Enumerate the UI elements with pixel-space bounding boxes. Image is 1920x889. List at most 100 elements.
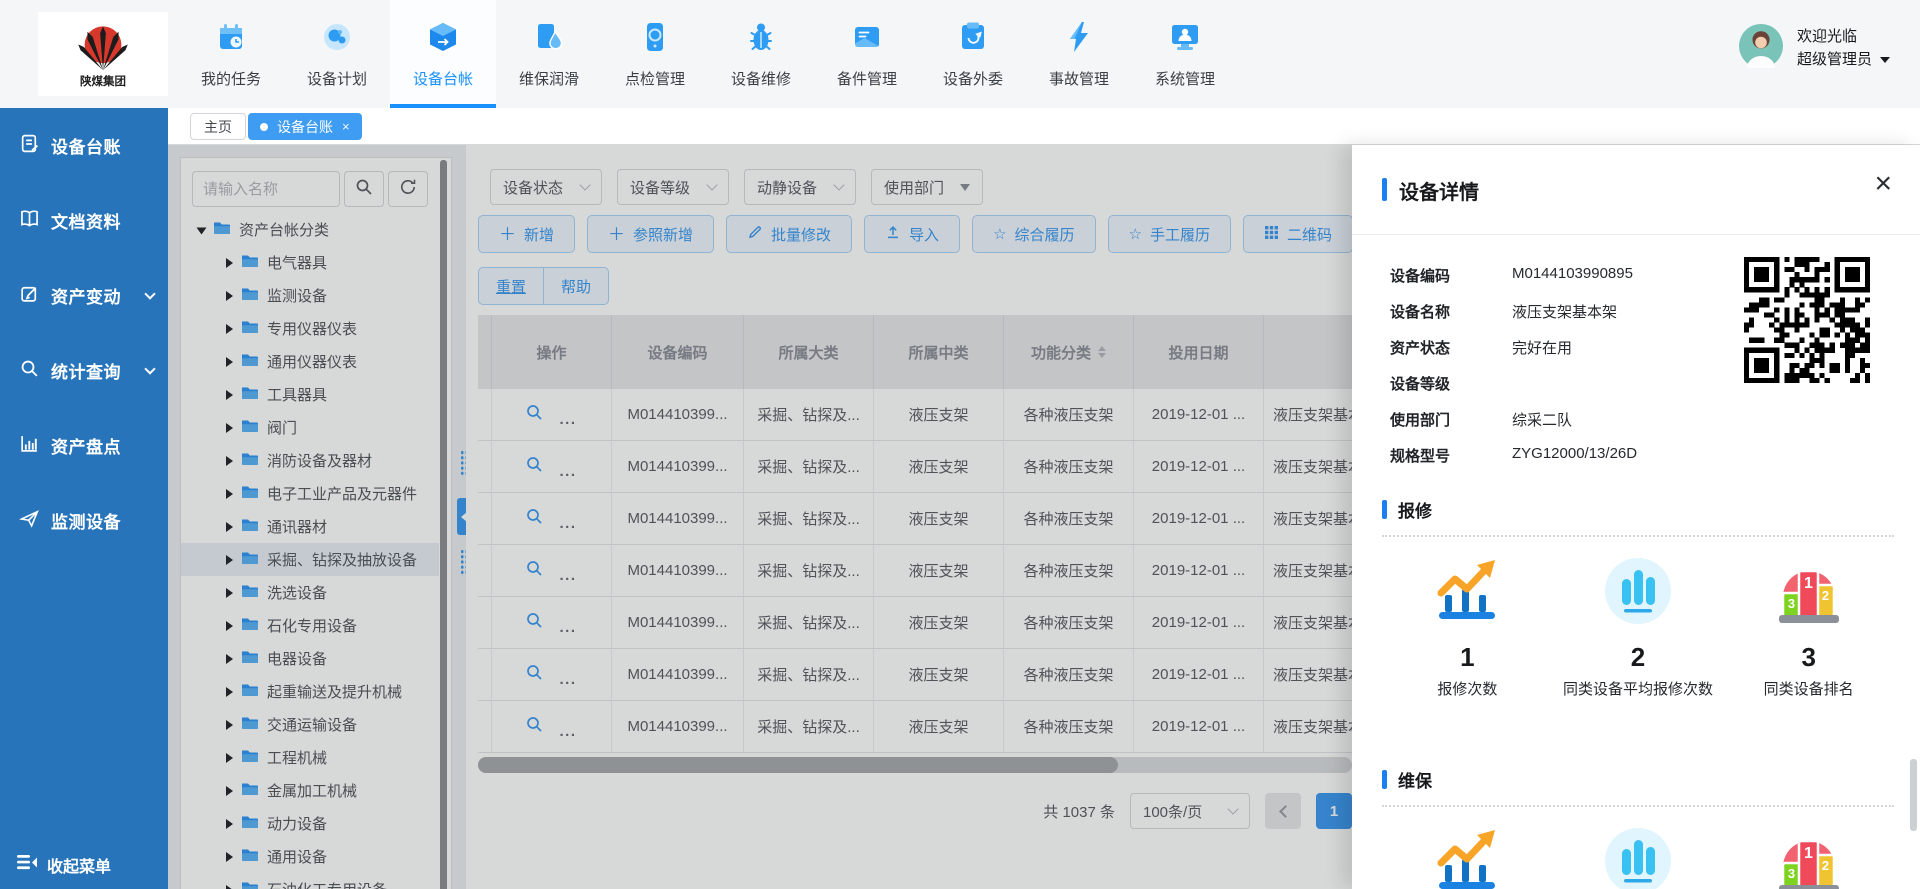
detail-field: 设备名称 液压支架基本架 [1390, 301, 1730, 322]
sidebar-item-documents[interactable]: 文档资料 [0, 183, 168, 258]
clipboard-outsourcing-icon [955, 19, 991, 60]
bar-chart-circle-icon [1602, 884, 1674, 889]
stat-label: 同类设备平均报修次数 [1563, 679, 1713, 701]
user-menu[interactable]: 欢迎光临 超级管理员 [1739, 24, 1890, 73]
field-label: 设备等级 [1390, 373, 1512, 394]
tab-close-icon[interactable]: × [342, 119, 350, 134]
nav-outsourcing[interactable]: 设备外委 [920, 0, 1026, 108]
title-accent-bar [1382, 178, 1387, 201]
svg-text:1: 1 [1804, 845, 1813, 862]
svg-text:3: 3 [1788, 596, 1795, 611]
stat-icon [1602, 555, 1674, 632]
monitor-system-icon [1167, 19, 1203, 60]
nav-system[interactable]: 系统管理 [1132, 0, 1238, 108]
field-value: 液压支架基本架 [1512, 301, 1617, 322]
section-accent-bar [1382, 770, 1387, 789]
stat-sections: 报修 1 报修次数 [1382, 497, 1894, 889]
stat-value: 3 [1801, 642, 1815, 672]
active-tab-dot [260, 123, 268, 131]
top-bar: 陕煤集团 我的任务 设备计划 设备台帐 维保润滑 点检管理 设备维修 [0, 0, 1920, 108]
chevron-down-icon [144, 363, 155, 374]
stat-item [1553, 825, 1724, 889]
field-label: 设备编码 [1390, 265, 1512, 286]
podium-ranking-icon: 123 [1773, 614, 1845, 631]
top-nav: 我的任务 设备计划 设备台帐 维保润滑 点检管理 设备维修 备件管理 设备外委 [178, 0, 1238, 108]
stat-icon: 123 [1773, 825, 1845, 889]
nav-inspection[interactable]: 点检管理 [602, 0, 708, 108]
logo-caption: 陕煤集团 [80, 74, 126, 88]
svg-text:2: 2 [1822, 858, 1829, 873]
sidebar-item-asset-inventory[interactable]: 资产盘点 [0, 408, 168, 483]
detail-field: 规格型号 ZYG12000/13/26D [1390, 445, 1730, 466]
section-title: 报修 [1398, 497, 1432, 522]
tab-bar: 主页 设备台账 × [168, 108, 1920, 145]
field-value: 完好在用 [1512, 337, 1572, 358]
stat-section: 维保 [1382, 767, 1894, 889]
stat-value: 1 [1460, 642, 1474, 672]
detail-field: 使用部门 综采二队 [1390, 409, 1730, 430]
left-sidebar: 设备台账 文档资料 资产变动 统计查询 资产盘点 监测设备 收起菜单 [0, 108, 168, 889]
welcome-text: 欢迎光临 [1797, 26, 1890, 49]
svg-text:1: 1 [1804, 575, 1813, 592]
bar-chart-circle-icon [1602, 614, 1674, 631]
stat-item: 123 3 同类设备排名 [1723, 555, 1894, 701]
detail-field: 设备编码 M0144103990895 [1390, 265, 1730, 286]
user-dropdown-caret[interactable] [1880, 57, 1890, 63]
field-label: 规格型号 [1390, 445, 1512, 466]
book-icon [19, 208, 40, 234]
nav-spare-parts[interactable]: 备件管理 [814, 0, 920, 108]
nav-my-tasks[interactable]: 我的任务 [178, 0, 284, 108]
field-value: M0144103990895 [1512, 265, 1633, 286]
stat-label: 报修次数 [1437, 679, 1497, 701]
qr-code [1744, 257, 1870, 383]
bug-repair-icon [743, 19, 779, 60]
detail-fields: 设备编码 M0144103990895 设备名称 液压支架基本架 资产状态 完好… [1390, 265, 1730, 481]
field-label: 资产状态 [1390, 337, 1512, 358]
lightning-accident-icon [1061, 19, 1097, 60]
sidebar-item-equipment-ledger[interactable]: 设备台账 [0, 108, 168, 183]
nav-accident[interactable]: 事故管理 [1026, 0, 1132, 108]
plan-icon [319, 19, 355, 60]
collapse-menu-icon [16, 852, 38, 877]
field-value: ZYG12000/13/26D [1512, 445, 1637, 466]
tab-equipment-ledger[interactable]: 设备台账 × [248, 113, 362, 140]
stat-item: 2 同类设备平均报修次数 [1553, 555, 1724, 701]
lubrication-icon [531, 19, 567, 60]
collapse-menu-button[interactable]: 收起菜单 [16, 852, 111, 877]
stat-icon [1431, 825, 1503, 889]
cube-ledger-icon [425, 19, 461, 60]
detail-field: 资产状态 完好在用 [1390, 337, 1730, 358]
section-accent-bar [1382, 500, 1387, 519]
close-icon[interactable]: × [1874, 169, 1892, 199]
sidebar-item-statistics-query[interactable]: 统计查询 [0, 333, 168, 408]
ledger-doc-icon [19, 133, 40, 159]
stat-icon [1602, 825, 1674, 889]
chevron-down-icon [144, 288, 155, 299]
mail-parts-icon [849, 19, 885, 60]
nav-equipment-plan[interactable]: 设备计划 [284, 0, 390, 108]
nav-equipment-ledger[interactable]: 设备台帐 [390, 0, 496, 108]
drawer-scrollbar[interactable] [1910, 759, 1917, 831]
stat-item: 123 [1723, 825, 1894, 889]
nav-maintenance-lubrication[interactable]: 维保润滑 [496, 0, 602, 108]
paper-plane-icon [19, 508, 40, 534]
drawer-title: 设备详情 [1399, 176, 1479, 205]
stat-icon: 123 [1773, 555, 1845, 632]
trend-chart-icon [1431, 884, 1503, 889]
stat-item: 1 报修次数 [1382, 555, 1553, 701]
sidebar-item-asset-changes[interactable]: 资产变动 [0, 258, 168, 333]
field-value: 综采二队 [1512, 409, 1572, 430]
tab-home[interactable]: 主页 [190, 113, 246, 140]
dotted-divider [1382, 805, 1894, 807]
podium-ranking-icon: 123 [1773, 884, 1845, 889]
stat-label: 同类设备排名 [1764, 679, 1854, 701]
role-name: 超级管理员 [1797, 49, 1872, 72]
avatar [1739, 24, 1783, 73]
stat-section: 报修 1 报修次数 [1382, 497, 1894, 701]
company-logo: 陕煤集团 [38, 12, 168, 96]
edit-square-icon [19, 283, 40, 309]
search-icon [19, 358, 40, 384]
nav-equipment-repair[interactable]: 设备维修 [708, 0, 814, 108]
sidebar-item-monitoring-equipment[interactable]: 监测设备 [0, 483, 168, 558]
field-label: 使用部门 [1390, 409, 1512, 430]
